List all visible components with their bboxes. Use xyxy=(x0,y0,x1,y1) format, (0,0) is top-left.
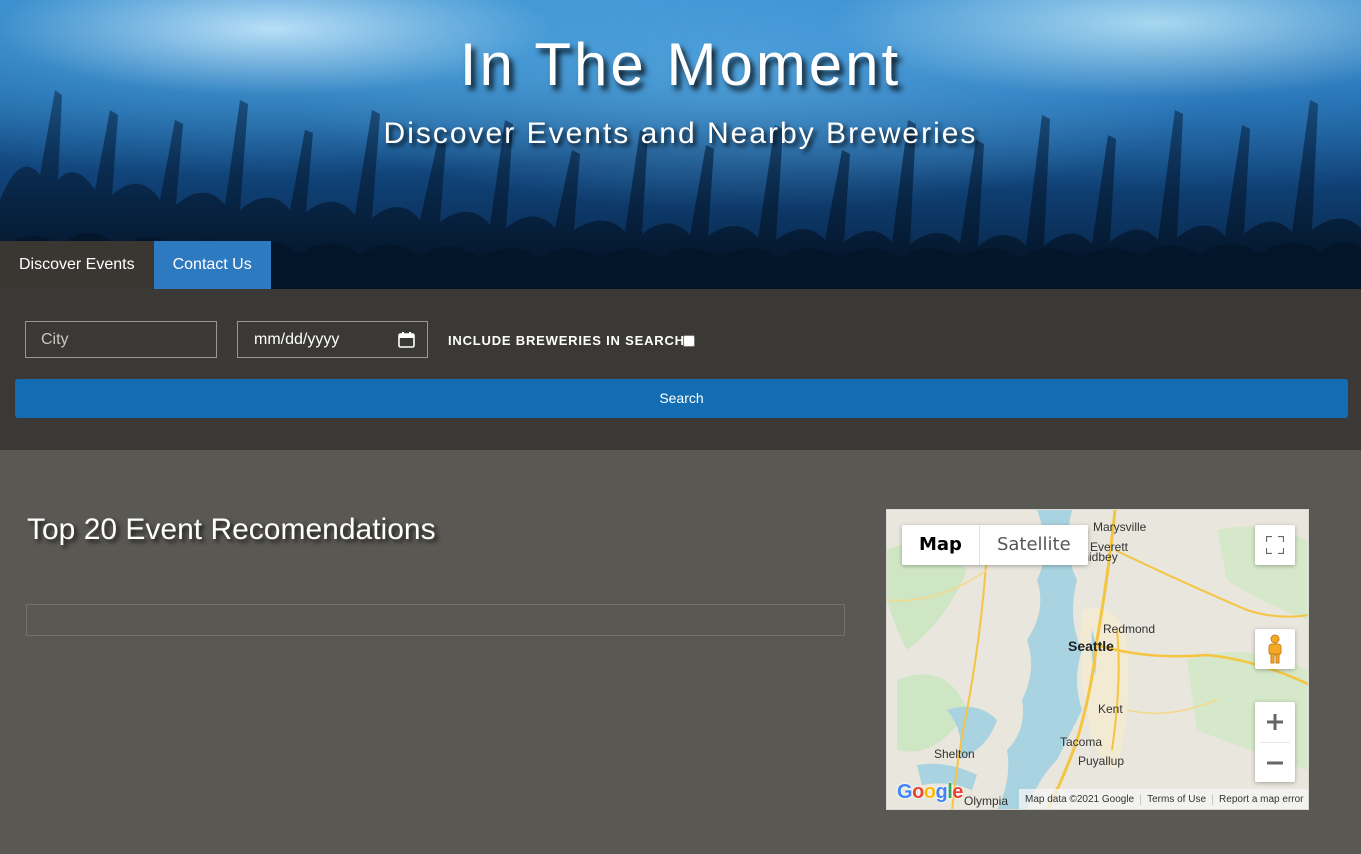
date-input[interactable]: mm/dd/yyyy xyxy=(237,321,428,358)
search-panel: mm/dd/yyyy INCLUDE BREWERIES IN SEARCH S… xyxy=(0,289,1361,450)
minus-icon xyxy=(1267,761,1283,764)
tab-contact-us[interactable]: Contact Us xyxy=(153,241,271,289)
fullscreen-button[interactable] xyxy=(1255,525,1295,565)
site-title: In The Moment xyxy=(459,31,902,98)
calendar-icon[interactable] xyxy=(398,332,415,348)
map-widget[interactable]: Marysville Everett Whidbey Redmond Seatt… xyxy=(886,509,1309,810)
include-breweries-checkbox[interactable] xyxy=(683,335,695,347)
map-place-label: Redmond xyxy=(1103,622,1156,636)
recommendations-title: Top 20 Event Recomendations xyxy=(27,513,436,546)
map-place-label: Kent xyxy=(1098,702,1123,716)
map-place-label: Marysville xyxy=(1093,520,1147,534)
map-type-satellite-button[interactable]: Satellite xyxy=(980,525,1088,565)
results-list xyxy=(26,604,845,636)
include-breweries-label: INCLUDE BREWERIES IN SEARCH xyxy=(448,333,685,348)
nav-tabs: Discover Events Contact Us xyxy=(0,241,271,289)
map-footer: Map data ©2021 Google Terms of Use Repor… xyxy=(1019,789,1308,809)
zoom-in-button[interactable] xyxy=(1255,702,1295,742)
google-logo[interactable]: Google xyxy=(897,781,963,804)
date-input-placeholder: mm/dd/yyyy xyxy=(254,331,340,348)
site-subtitle: Discover Events and Nearby Breweries xyxy=(383,117,978,150)
search-button[interactable]: Search xyxy=(15,379,1348,418)
map-place-label: Seattle xyxy=(1068,638,1114,654)
map-place-label: Puyallup xyxy=(1078,754,1125,768)
zoom-out-button[interactable] xyxy=(1255,743,1295,782)
pegman-icon xyxy=(1268,634,1282,664)
street-view-pegman-button[interactable] xyxy=(1255,629,1295,669)
map-place-label: Olympia xyxy=(964,794,1009,808)
tab-discover-events[interactable]: Discover Events xyxy=(0,241,154,289)
map-attribution: Map data ©2021 Google xyxy=(1019,793,1142,805)
map-type-map-button[interactable]: Map xyxy=(902,525,980,565)
map-place-label: Shelton xyxy=(934,747,975,761)
terms-of-use-link[interactable]: Terms of Use xyxy=(1141,793,1214,805)
zoom-control xyxy=(1255,702,1295,782)
hero-banner: In The Moment Discover Events and Nearby… xyxy=(0,0,1361,289)
map-type-control: Map Satellite xyxy=(902,525,1088,565)
city-input[interactable] xyxy=(25,321,217,358)
plus-icon xyxy=(1267,714,1283,730)
report-map-error-link[interactable]: Report a map error xyxy=(1213,794,1308,805)
fullscreen-icon xyxy=(1266,536,1284,554)
map-place-label: Tacoma xyxy=(1060,735,1103,749)
